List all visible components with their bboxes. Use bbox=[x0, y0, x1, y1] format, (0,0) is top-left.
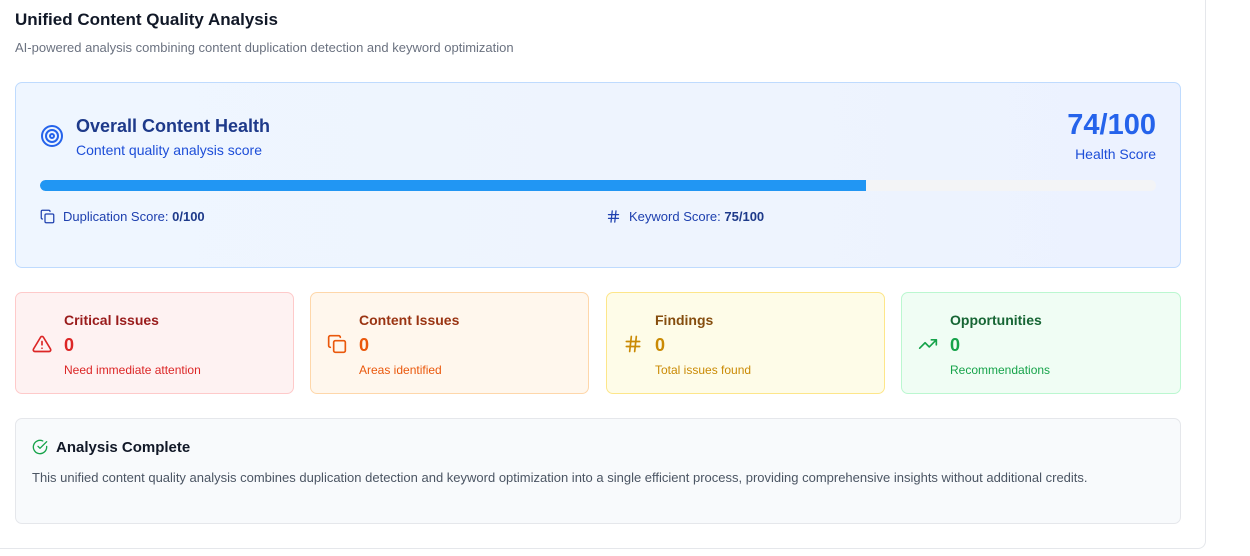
duplication-score: Duplication Score: 0/100 bbox=[40, 209, 205, 224]
keyword-score-label: Keyword Score: bbox=[629, 209, 721, 224]
health-title: Overall Content Health bbox=[76, 116, 271, 136]
health-progress-bar bbox=[40, 180, 1156, 191]
keyword-score-value: 75/100 bbox=[724, 209, 765, 224]
findings-card: Findings 0 Total issues found bbox=[606, 292, 885, 394]
findings-value: 0 bbox=[655, 335, 666, 355]
copy-icon bbox=[40, 209, 55, 224]
critical-issues-note: Need immediate attention bbox=[64, 363, 201, 377]
duplication-score-label: Duplication Score: bbox=[63, 209, 169, 224]
target-icon bbox=[41, 125, 63, 147]
analysis-panel: Unified Content Quality Analysis AI-powe… bbox=[0, 0, 1206, 549]
analysis-complete-box: Analysis Complete This unified content q… bbox=[15, 418, 1181, 524]
opportunities-value: 0 bbox=[950, 335, 961, 355]
opportunities-card: Opportunities 0 Recommendations bbox=[901, 292, 1181, 394]
findings-note: Total issues found bbox=[655, 363, 752, 377]
duplication-score-value: 0/100 bbox=[172, 209, 205, 224]
hash-icon bbox=[607, 210, 620, 223]
health-progress-fill bbox=[40, 180, 866, 191]
hash-icon bbox=[625, 335, 641, 353]
analysis-complete-title: Analysis Complete bbox=[56, 439, 191, 456]
health-score-value: 74/100 bbox=[1067, 109, 1156, 141]
page-title: Unified Content Quality Analysis bbox=[15, 10, 278, 29]
critical-issues-value: 0 bbox=[64, 335, 75, 355]
critical-issues-title: Critical Issues bbox=[64, 312, 159, 328]
keyword-score: Keyword Score: 75/100 bbox=[606, 209, 764, 224]
findings-title: Findings bbox=[655, 312, 714, 328]
copy-icon bbox=[327, 334, 347, 354]
alert-triangle-icon bbox=[32, 335, 52, 353]
health-subtitle: Content quality analysis score bbox=[76, 142, 262, 158]
health-score-label: Health Score bbox=[1075, 146, 1156, 162]
trending-up-icon bbox=[918, 339, 938, 349]
analysis-complete-text: This unified content quality analysis co… bbox=[32, 470, 1088, 485]
opportunities-title: Opportunities bbox=[950, 312, 1042, 328]
content-issues-value: 0 bbox=[359, 335, 370, 355]
content-issues-note: Areas identified bbox=[359, 363, 442, 377]
opportunities-note: Recommendations bbox=[950, 363, 1051, 377]
page-subtitle: AI-powered analysis combining content du… bbox=[15, 40, 514, 55]
content-issues-card: Content Issues 0 Areas identified bbox=[310, 292, 589, 394]
overall-health-card: Overall Content Health Content quality a… bbox=[15, 82, 1181, 268]
critical-issues-card: Critical Issues 0 Need immediate attenti… bbox=[15, 292, 294, 394]
check-circle-icon bbox=[32, 439, 48, 455]
content-issues-title: Content Issues bbox=[359, 312, 460, 328]
